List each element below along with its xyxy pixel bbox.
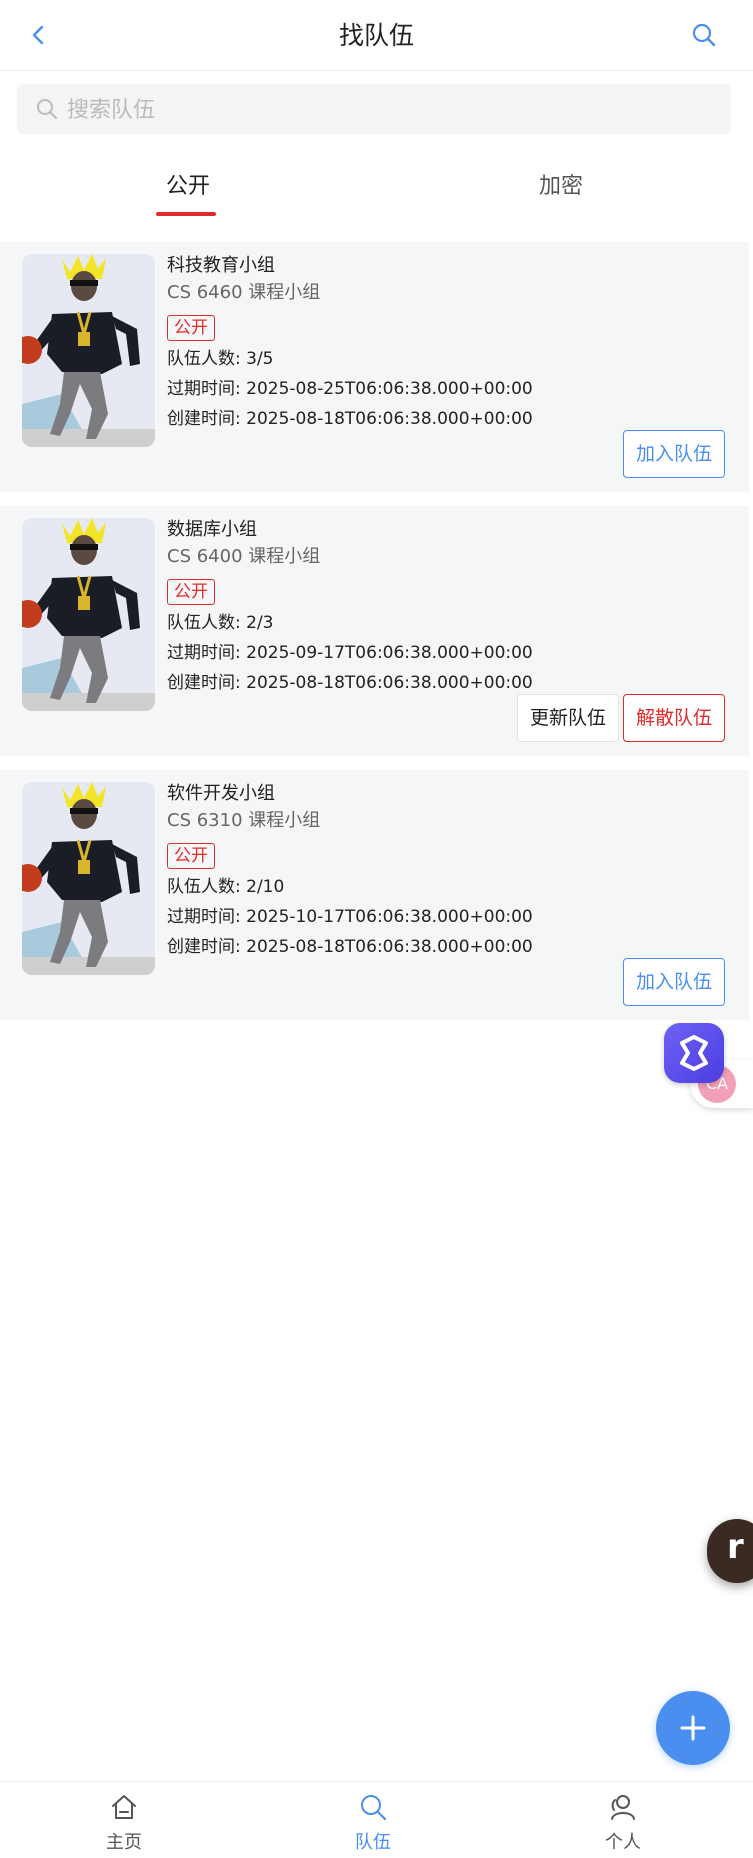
update-team-button[interactable]: 更新队伍 [516, 694, 619, 742]
nav-profile-label: 个人 [605, 1832, 641, 1853]
nav-profile[interactable]: 个人 [563, 1792, 683, 1854]
created-time: 创建时间: 2025-08-18T06:06:38.000+00:00 [167, 937, 533, 957]
floating-r-icon[interactable]: r [707, 1519, 753, 1583]
team-card[interactable]: 数据库小组 CS 6400 课程小组 公开 队伍人数: 2/3 过期时间: 20… [0, 506, 749, 756]
expire-time: 过期时间: 2025-09-17T06:06:38.000+00:00 [167, 643, 533, 663]
member-count: 队伍人数: 3/5 [167, 349, 274, 369]
created-time: 创建时间: 2025-08-18T06:06:38.000+00:00 [167, 673, 533, 693]
team-card[interactable]: 软件开发小组 CS 6310 课程小组 公开 队伍人数: 2/10 过期时间: … [0, 770, 749, 1020]
expire-time: 过期时间: 2025-08-25T06:06:38.000+00:00 [167, 379, 533, 399]
search-icon[interactable] [689, 20, 719, 50]
dissolve-team-button[interactable]: 解散队伍 [622, 694, 725, 742]
page-title: 找队伍 [338, 21, 414, 50]
created-time: 创建时间: 2025-08-18T06:06:38.000+00:00 [167, 409, 533, 429]
search-input[interactable] [65, 84, 709, 136]
floating-assistant-icon[interactable] [664, 1023, 724, 1083]
join-team-button[interactable]: 加入队伍 [622, 430, 725, 478]
tab-bar: 公开 加密 [0, 150, 753, 220]
nav-home[interactable]: 主页 [64, 1792, 184, 1854]
visibility-badge: 公开 [167, 315, 215, 341]
nav-team-label: 队伍 [355, 1832, 391, 1853]
expire-time: 过期时间: 2025-10-17T06:06:38.000+00:00 [167, 907, 533, 927]
home-icon [112, 1795, 136, 1819]
floating-r-text: r [727, 1527, 744, 1567]
visibility-badge: 公开 [167, 843, 215, 869]
team-course: CS 6310 课程小组 [167, 810, 321, 831]
tab-encrypted[interactable]: 加密 [539, 168, 583, 200]
search-bar [17, 84, 731, 136]
nav-team[interactable]: 队伍 [313, 1792, 433, 1854]
tab-public[interactable]: 公开 [166, 168, 210, 200]
team-name: 科技教育小组 [167, 255, 275, 276]
member-count: 队伍人数: 2/3 [167, 613, 274, 633]
team-avatar [22, 782, 155, 975]
visibility-badge: 公开 [167, 579, 215, 605]
member-count: 队伍人数: 2/10 [167, 877, 285, 897]
team-card[interactable]: 科技教育小组 CS 6460 课程小组 公开 队伍人数: 3/5 过期时间: 2… [0, 242, 749, 492]
search-icon [361, 1795, 387, 1821]
team-name: 数据库小组 [167, 519, 257, 540]
plus-icon [680, 1715, 706, 1741]
team-course: CS 6460 课程小组 [167, 282, 321, 303]
top-bar: 找队伍 [0, 0, 753, 71]
active-tab-indicator [156, 212, 216, 216]
join-team-button[interactable]: 加入队伍 [622, 958, 725, 1006]
bottom-nav: 主页 队伍 个人 [0, 1781, 753, 1858]
team-avatar [22, 254, 155, 447]
team-avatar [22, 518, 155, 711]
team-name: 软件开发小组 [167, 783, 275, 804]
team-course: CS 6400 课程小组 [167, 546, 321, 567]
nav-home-label: 主页 [106, 1832, 142, 1853]
user-icon [611, 1795, 635, 1820]
add-team-button[interactable] [656, 1691, 730, 1765]
search-icon [37, 99, 57, 119]
